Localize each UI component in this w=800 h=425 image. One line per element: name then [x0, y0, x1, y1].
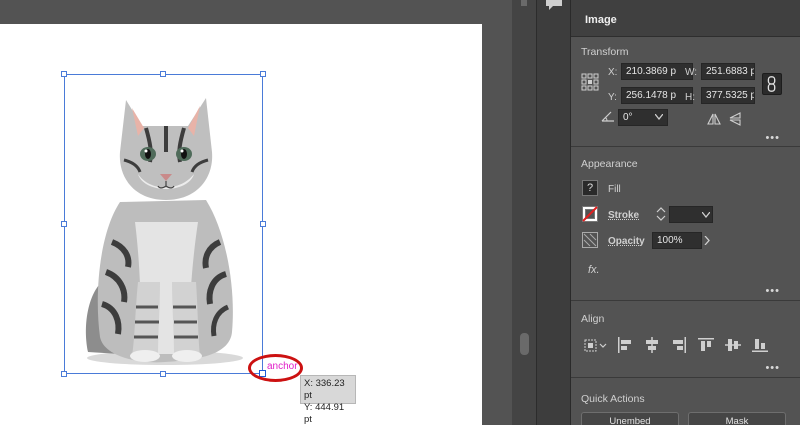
panel-dock-strip [536, 0, 570, 425]
transform-section-title: Transform [581, 46, 629, 58]
opacity-icon [582, 232, 598, 248]
section-divider [571, 377, 800, 378]
resize-handle-middle-right[interactable] [260, 221, 266, 227]
align-top-icon[interactable] [698, 337, 714, 353]
comment-icon[interactable] [545, 0, 563, 10]
resize-handle-bottom-center[interactable] [160, 371, 166, 377]
height-field[interactable]: 377.5325 p [701, 87, 755, 104]
align-bottom-icon[interactable] [752, 337, 768, 353]
scrollbar-thumb[interactable] [520, 333, 529, 355]
align-vertical-center-icon[interactable] [725, 337, 741, 353]
y-label: Y: [608, 92, 617, 103]
align-more-options[interactable]: ••• [765, 362, 780, 374]
rotate-angle-icon [601, 111, 614, 122]
mask-button[interactable]: Mask [688, 412, 786, 425]
x-label: X: [608, 67, 618, 78]
x-position-field[interactable]: 210.3869 p [621, 63, 693, 80]
fill-label: Fill [608, 184, 621, 195]
object-type-label: Image [585, 14, 617, 26]
align-left-icon[interactable] [617, 337, 633, 353]
quick-actions-section-title: Quick Actions [581, 393, 645, 405]
w-label: W: [685, 67, 698, 78]
resize-handle-top-right[interactable] [260, 71, 266, 77]
canvas-area[interactable]: anchor X: 336.23 pt Y: 444.91 pt [0, 0, 520, 425]
transform-more-options[interactable]: ••• [765, 132, 780, 144]
appearance-more-options[interactable]: ••• [765, 285, 780, 297]
anchor-label: anchor [267, 361, 298, 372]
chevron-right-icon[interactable] [704, 236, 710, 245]
selection-bounding-box[interactable] [61, 71, 266, 377]
chevron-down-icon[interactable] [702, 212, 710, 218]
tooltip-x: X: 336.23 pt [304, 378, 345, 401]
section-divider [571, 300, 800, 301]
properties-panel: Image Transform X: 210.3869 p Y: 256.147… [570, 0, 800, 425]
coordinate-tooltip: X: 336.23 pt Y: 444.91 pt [300, 375, 356, 425]
fill-swatch[interactable]: ? [582, 180, 598, 196]
appearance-section-title: Appearance [581, 158, 638, 170]
resize-handle-middle-left[interactable] [61, 221, 67, 227]
opacity-label[interactable]: Opacity [608, 236, 645, 247]
chevron-down-icon[interactable] [655, 114, 663, 120]
width-field[interactable]: 251.6883 p [701, 63, 755, 80]
resize-handle-top-center[interactable] [160, 71, 166, 77]
scrollbar-top-cap [521, 0, 527, 6]
align-to-selection-icon[interactable] [584, 338, 608, 354]
stroke-label[interactable]: Stroke [608, 210, 639, 221]
y-position-field[interactable]: 256.1478 p [621, 87, 693, 104]
tooltip-y: Y: 444.91 pt [304, 402, 345, 425]
panel-header: Image [571, 0, 800, 37]
h-label: H: [685, 92, 695, 103]
stroke-swatch[interactable] [582, 206, 598, 222]
align-section-title: Align [581, 313, 605, 325]
link-icon [767, 76, 776, 92]
stroke-weight-stepper[interactable] [656, 206, 666, 222]
flip-horizontal-icon[interactable] [707, 113, 721, 125]
section-divider [571, 146, 800, 147]
align-right-icon[interactable] [671, 337, 687, 353]
resize-handle-bottom-left[interactable] [61, 371, 67, 377]
resize-handle-top-left[interactable] [61, 71, 67, 77]
effects-fx-icon[interactable]: fx. [588, 264, 600, 276]
align-horizontal-center-icon[interactable] [644, 337, 660, 353]
flip-vertical-icon[interactable] [729, 112, 741, 126]
vertical-scrollbar[interactable] [512, 0, 536, 425]
reference-point-icon[interactable] [581, 73, 599, 91]
unembed-button[interactable]: Unembed [581, 412, 679, 425]
opacity-field[interactable]: 100% [652, 232, 702, 249]
constrain-proportions-button[interactable] [762, 73, 782, 95]
